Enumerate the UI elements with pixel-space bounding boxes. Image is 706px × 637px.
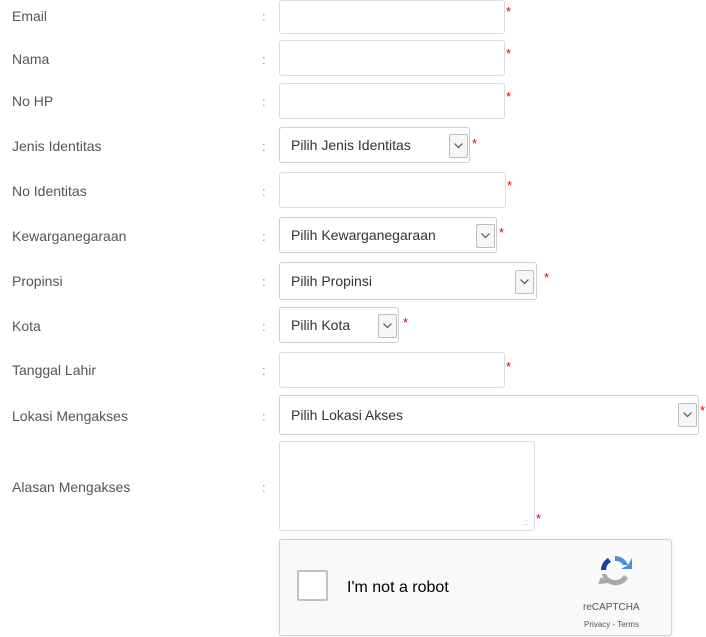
email-required-mark: * <box>506 4 512 19</box>
row-no-hp: No HP : * <box>0 83 706 119</box>
kewarganegaraan-colon: : <box>262 229 266 244</box>
jenis-identitas-label: Jenis Identitas <box>12 138 102 154</box>
propinsi-select[interactable]: Pilih Propinsi <box>279 262 537 300</box>
propinsi-selected: Pilih Propinsi <box>291 273 372 289</box>
no-hp-input[interactable] <box>279 83 505 119</box>
jenis-identitas-select[interactable]: Pilih Jenis Identitas <box>279 127 470 163</box>
email-colon: : <box>262 9 266 24</box>
row-no-identitas: No Identitas : * <box>0 172 706 208</box>
kota-selected: Pilih Kota <box>291 317 351 333</box>
row-lokasi-mengakses: Lokasi Mengakses : Pilih Lokasi Akses * <box>0 395 706 435</box>
propinsi-label: Propinsi <box>12 273 63 289</box>
lokasi-mengakses-select[interactable]: Pilih Lokasi Akses <box>279 395 699 435</box>
jenis-identitas-colon: : <box>262 139 266 154</box>
resize-grip-icon[interactable]: .:: <box>522 518 529 527</box>
nama-colon: : <box>262 52 266 67</box>
recaptcha-logo-icon <box>597 553 633 590</box>
kota-select[interactable]: Pilih Kota <box>279 307 399 343</box>
row-kewarganegaraan: Kewarganegaraan : Pilih Kewarganegaraan … <box>0 217 706 253</box>
kota-label: Kota <box>12 318 41 334</box>
row-kota: Kota : Pilih Kota * <box>0 307 706 343</box>
lokasi-mengakses-required-mark: * <box>700 403 706 418</box>
nama-label: Nama <box>12 51 50 67</box>
kewarganegaraan-label: Kewarganegaraan <box>12 228 127 244</box>
tanggal-lahir-colon: : <box>262 363 266 378</box>
jenis-identitas-selected: Pilih Jenis Identitas <box>291 137 411 153</box>
recaptcha-widget: I'm not a robot reCAPTCHA Privacy - Term… <box>279 539 672 636</box>
propinsi-colon: : <box>262 274 266 289</box>
lokasi-mengakses-colon: : <box>262 409 266 424</box>
alasan-mengakses-required-mark: * <box>536 511 542 526</box>
tanggal-lahir-label: Tanggal Lahir <box>12 362 97 378</box>
email-label: Email <box>12 8 48 24</box>
chevron-down-icon[interactable] <box>476 224 495 248</box>
chevron-down-icon[interactable] <box>515 270 534 294</box>
chevron-down-icon[interactable] <box>449 134 468 158</box>
row-tanggal-lahir: Tanggal Lahir : * <box>0 352 706 388</box>
row-nama: Nama : * <box>0 40 706 76</box>
kota-colon: : <box>262 319 266 334</box>
chevron-down-icon[interactable] <box>378 314 397 338</box>
kewarganegaraan-selected: Pilih Kewarganegaraan <box>291 227 436 243</box>
recaptcha-checkbox[interactable] <box>297 570 328 601</box>
nama-required-mark: * <box>506 46 512 61</box>
tanggal-lahir-input[interactable] <box>279 352 505 388</box>
kota-required-mark: * <box>403 315 409 330</box>
no-hp-colon: : <box>262 94 266 109</box>
jenis-identitas-required-mark: * <box>472 136 478 151</box>
lokasi-mengakses-label: Lokasi Mengakses <box>12 408 128 424</box>
recaptcha-privacy-terms-link[interactable]: Privacy - Terms <box>584 620 639 629</box>
alasan-mengakses-textarea[interactable] <box>279 441 535 531</box>
row-email: Email : * <box>0 0 706 36</box>
no-hp-label: No HP <box>12 93 54 109</box>
kewarganegaraan-required-mark: * <box>499 225 505 240</box>
row-jenis-identitas: Jenis Identitas : Pilih Jenis Identitas … <box>0 127 706 163</box>
alasan-mengakses-label: Alasan Mengakses <box>12 479 131 495</box>
email-input[interactable] <box>279 0 505 34</box>
chevron-down-icon[interactable] <box>678 403 697 427</box>
kewarganegaraan-select[interactable]: Pilih Kewarganegaraan <box>279 217 497 253</box>
row-alasan-mengakses: Alasan Mengakses : .:: * <box>0 441 706 533</box>
lokasi-mengakses-selected: Pilih Lokasi Akses <box>291 407 404 423</box>
no-identitas-input[interactable] <box>279 172 506 208</box>
recaptcha-brand: reCAPTCHA <box>583 602 640 613</box>
no-identitas-required-mark: * <box>507 178 513 193</box>
no-identitas-colon: : <box>262 184 266 199</box>
recaptcha-label: I'm not a robot <box>347 579 449 596</box>
tanggal-lahir-required-mark: * <box>506 359 512 374</box>
no-hp-required-mark: * <box>506 89 512 104</box>
nama-input[interactable] <box>279 40 505 76</box>
no-identitas-label: No Identitas <box>12 183 87 199</box>
row-propinsi: Propinsi : Pilih Propinsi * <box>0 262 706 300</box>
propinsi-required-mark: * <box>544 270 550 285</box>
alasan-mengakses-colon: : <box>262 480 266 495</box>
